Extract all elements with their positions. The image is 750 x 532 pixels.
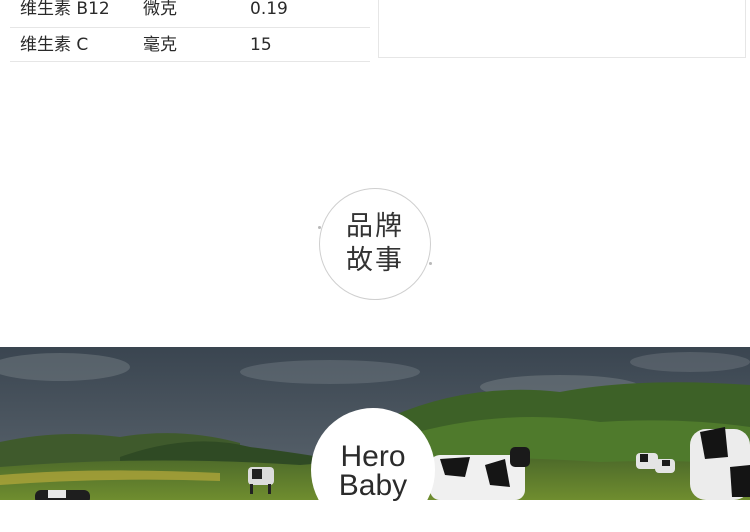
circle-dot: [318, 226, 321, 229]
hero-line1: Hero: [340, 440, 406, 473]
cow-right: [690, 427, 750, 500]
hero-baby-badge: Hero Baby: [311, 408, 435, 532]
brand-story-line1: 品牌: [346, 211, 404, 242]
nutrient-value: 15: [250, 35, 272, 55]
brand-story-line2: 故事: [346, 245, 404, 276]
cow-left: [35, 490, 90, 500]
side-panel: [378, 0, 746, 58]
table-row: 维生素 C 毫克 15: [10, 30, 370, 62]
nutrient-value: 0.19: [250, 0, 288, 19]
hero-line2: Baby: [338, 469, 408, 502]
brand-story-badge: 品牌 故事: [318, 188, 432, 300]
nutrient-name: 维生素 B12: [20, 0, 110, 19]
nutrient-name: 维生素 C: [20, 35, 89, 55]
table-row: 维生素 B12 微克 0.19: [10, 0, 370, 28]
nutrition-table: 维生素 B12 微克 0.19 维生素 C 毫克 15: [10, 0, 370, 62]
circle-dot: [429, 262, 432, 265]
nutrient-unit: 微克: [143, 0, 177, 19]
nutrient-unit: 毫克: [143, 35, 177, 55]
